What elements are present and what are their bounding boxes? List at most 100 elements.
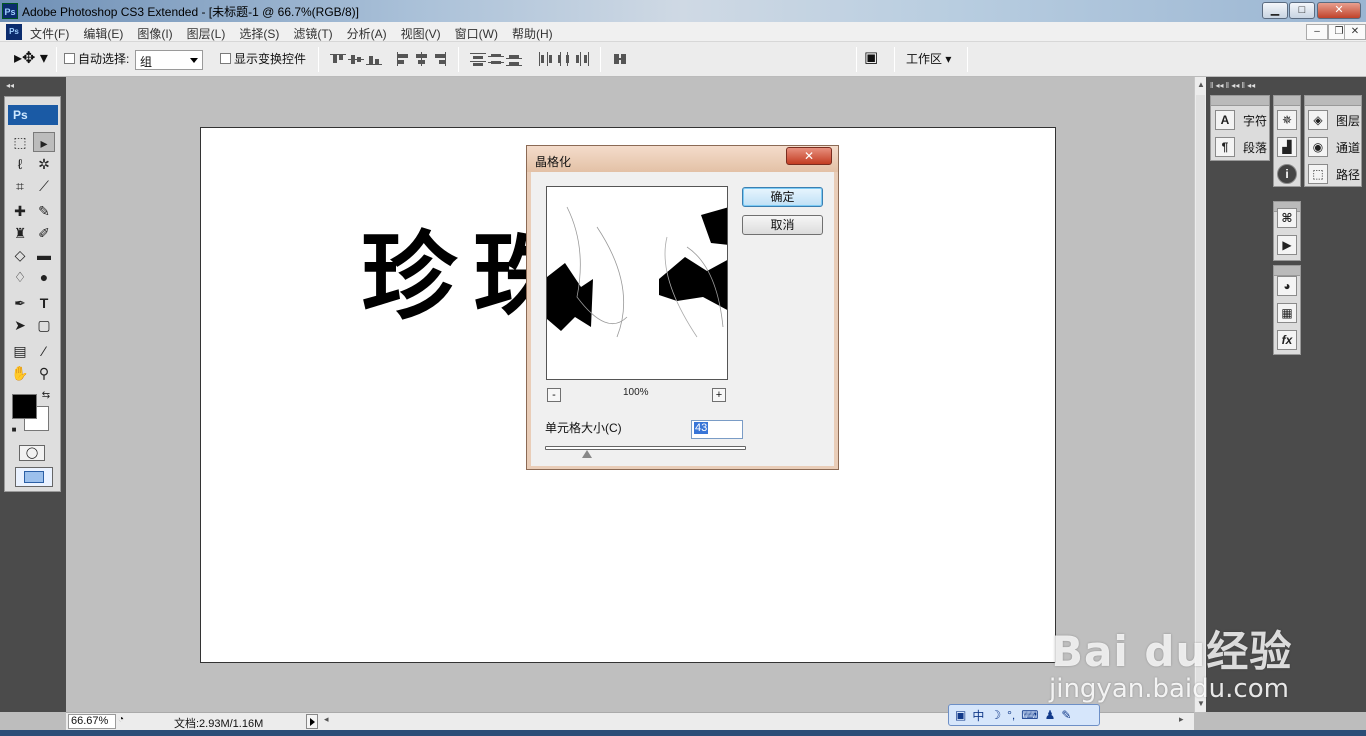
zoom-tool-icon[interactable]: ⚲ [33,363,55,383]
quick-mask-icon[interactable]: ◯ [19,445,45,461]
character-panel-tab[interactable]: A 字符 [1215,110,1267,130]
swap-colors-icon[interactable]: ⇆ [39,386,53,406]
status-menu-icon[interactable]: ◔ [118,714,130,728]
cell-size-input[interactable]: 43 [691,420,743,439]
crop-tool-icon[interactable]: ⌗ [9,176,31,196]
shape-tool-icon[interactable]: ▢ [33,315,55,335]
scroll-left-icon[interactable]: ◂ [324,714,329,725]
auto-select-dropdown[interactable]: 组 [135,50,203,70]
doc-minimize-button[interactable]: ‒ [1306,24,1328,40]
history-icon[interactable]: ⌘ [1277,208,1297,228]
distribute-hcenter-icon[interactable] [556,52,572,66]
eraser-tool-icon[interactable]: ◇ [9,245,31,265]
ime-keyboard-icon[interactable]: ⌨ [1021,708,1038,722]
swatches-icon[interactable]: ▦ [1277,303,1297,323]
clone-stamp-tool-icon[interactable]: ♜ [9,223,31,243]
dialog-title-bar[interactable]: 晶格化 ✕ [527,146,838,172]
menu-filter[interactable]: 滤镜(T) [293,25,332,42]
show-transform-option[interactable]: 显示变换控件 [220,50,306,67]
magic-wand-tool-icon[interactable]: ✲ [33,154,55,174]
hand-tool-icon[interactable]: ✋ [9,363,31,383]
scroll-right-icon[interactable]: ▸ [1179,714,1184,725]
bridge-icon[interactable]: ▣ [864,48,878,66]
collapse-icon[interactable]: ◂◂ [0,81,66,91]
layers-panel-tab[interactable]: ◈ 图层 [1308,110,1360,130]
default-colors-icon[interactable]: ■ [8,420,20,440]
channels-panel-tab[interactable]: ◉ 通道 [1308,137,1360,157]
align-hcenter-icon[interactable] [414,52,430,66]
distribute-top-icon[interactable] [470,52,486,66]
actions-icon[interactable]: ▶ [1277,235,1297,255]
path-selection-tool-icon[interactable]: ➤ [9,315,31,335]
align-right-icon[interactable] [432,52,448,66]
distribute-left-icon[interactable] [538,52,554,66]
menu-select[interactable]: 选择(S) [239,25,279,42]
close-button[interactable]: ✕ [1317,2,1361,19]
maximize-button[interactable]: □ [1289,2,1315,19]
paragraph-panel-tab[interactable]: ¶ 段落 [1215,137,1267,157]
history-brush-tool-icon[interactable]: ✐ [33,223,55,243]
align-vcenter-icon[interactable] [348,52,364,66]
screen-mode-icon[interactable] [15,467,53,487]
menu-file[interactable]: 文件(F) [30,25,69,42]
ime-logo-icon[interactable]: ▣ [955,708,966,722]
zoom-field[interactable]: 66.67% [68,714,116,729]
auto-select-option[interactable]: 自动选择: [64,50,129,67]
menu-image[interactable]: 图像(I) [137,25,172,42]
dock-collapse-strip[interactable]: ‖ ◂◂ ‖ ◂◂ ‖ ◂◂ [1210,81,1360,91]
menu-layer[interactable]: 图层(L) [187,25,226,42]
styles-fx-icon[interactable]: fx [1277,330,1297,350]
info-icon[interactable]: i [1277,164,1297,184]
move-tool-icon[interactable]: ▸ [33,132,55,152]
histogram-icon[interactable]: ▟ [1277,137,1297,157]
dodge-tool-icon[interactable]: ● [33,267,55,287]
pen-tool-icon[interactable]: ✒ [9,293,31,313]
spot-healing-tool-icon[interactable]: ✚ [9,201,31,221]
zoom-in-button[interactable]: + [712,388,726,402]
notes-tool-icon[interactable]: ▤ [9,341,31,361]
menu-window[interactable]: 窗口(W) [455,25,498,42]
distribute-bottom-icon[interactable] [506,52,522,66]
align-left-icon[interactable] [396,52,412,66]
move-tool-preset-icon[interactable]: ▸✥ ▾ [14,48,48,68]
filter-preview[interactable] [546,186,728,380]
gradient-tool-icon[interactable]: ▬ [33,245,55,265]
type-tool-icon[interactable]: T [33,293,55,313]
lasso-tool-icon[interactable]: ℓ [9,154,31,174]
distribute-right-icon[interactable] [574,52,590,66]
blur-tool-icon[interactable]: ♢ [9,267,31,287]
menu-analysis[interactable]: 分析(A) [347,25,387,42]
doc-close-button[interactable]: ✕ [1344,24,1366,40]
navigator-icon[interactable]: ✵ [1277,110,1297,130]
align-bottom-icon[interactable] [366,52,382,66]
color-icon[interactable]: ◕ [1277,276,1297,296]
marquee-tool-icon[interactable]: ⬚ [9,132,31,152]
paths-panel-tab[interactable]: ⬚ 路径 [1308,164,1360,184]
auto-align-layers-icon[interactable] [612,52,628,66]
cell-size-slider[interactable] [545,446,746,450]
ime-halfwidth-icon[interactable]: ☽ [990,708,1001,722]
foreground-color-swatch-top[interactable] [12,394,37,419]
ime-settings-icon[interactable]: ✎ [1061,708,1071,722]
menu-edit[interactable]: 编辑(E) [83,25,123,42]
ime-user-icon[interactable]: ♟ [1045,708,1056,722]
dialog-close-button[interactable]: ✕ [786,147,832,165]
ime-mode[interactable]: 中 [972,707,984,724]
scroll-up-icon[interactable]: ▲ [1197,80,1205,89]
auto-select-checkbox[interactable] [64,53,75,64]
brush-tool-icon[interactable]: ✎ [33,201,55,221]
cancel-button[interactable]: 取消 [742,215,823,235]
ime-punctuation-icon[interactable]: °, [1007,708,1015,722]
status-arrow-button[interactable] [306,714,318,729]
minimize-button[interactable]: ▁ [1262,2,1288,19]
cell-size-slider-thumb[interactable] [582,450,593,458]
menu-help[interactable]: 帮助(H) [512,25,553,42]
ps-menu-icon[interactable]: Ps [6,24,22,40]
ok-button[interactable]: 确定 [742,187,823,207]
distribute-vcenter-icon[interactable] [488,52,504,66]
slice-tool-icon[interactable]: ⟋ [33,176,55,196]
zoom-out-button[interactable]: - [547,388,561,402]
align-top-icon[interactable] [330,52,346,66]
workspace-menu[interactable]: 工作区 ▾ [906,50,951,67]
eyedropper-tool-icon[interactable]: ⁄ [33,341,55,361]
